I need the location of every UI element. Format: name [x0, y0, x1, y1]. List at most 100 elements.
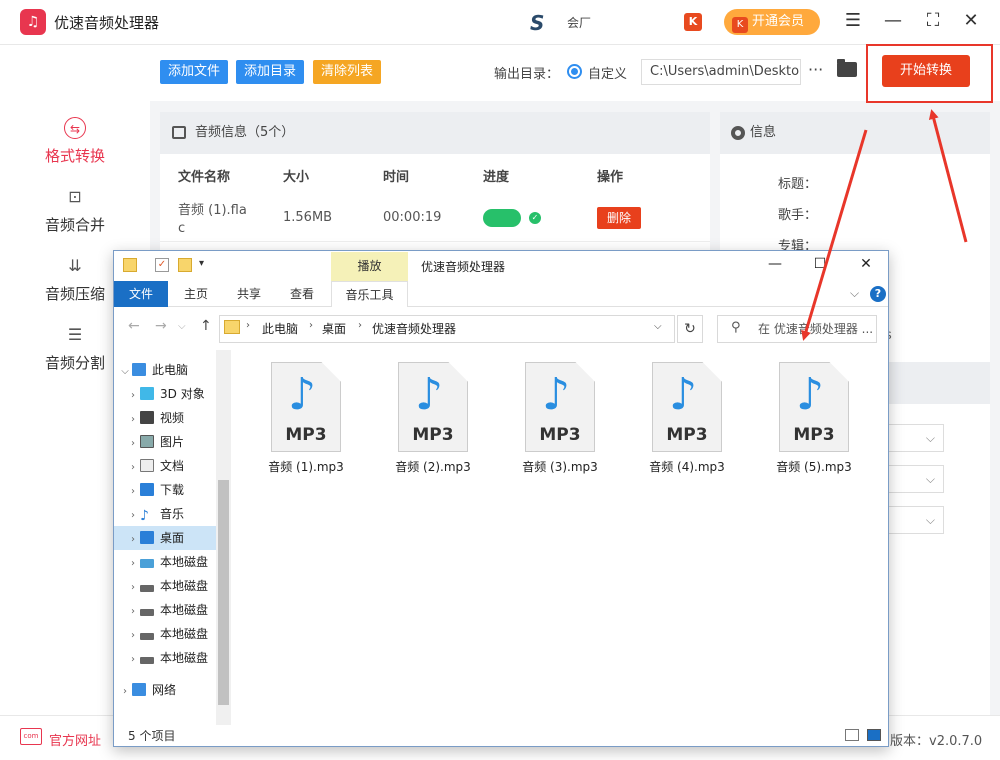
- tree-item-label: 本地磁盘: [160, 603, 209, 617]
- file-badge: MP3: [285, 425, 327, 445]
- tree-item-3d[interactable]: › 3D 对象: [114, 382, 216, 406]
- tree-item-desktop[interactable]: › 桌面: [114, 526, 216, 550]
- chevron-down-icon[interactable]: ⌵: [118, 360, 132, 384]
- add-file-button[interactable]: 添加文件: [160, 60, 229, 84]
- maximize-icon[interactable]: ☐: [810, 256, 830, 272]
- website-icon[interactable]: com: [20, 728, 42, 745]
- format-dropdown[interactable]: ⌵: [880, 424, 944, 452]
- chevron-right-icon[interactable]: ›: [126, 384, 140, 408]
- tree-item-label: 网络: [152, 683, 177, 697]
- hot-icon[interactable]: K: [684, 13, 702, 31]
- breadcrumb-this-pc[interactable]: 此电脑: [262, 320, 298, 337]
- folder-icon[interactable]: [123, 258, 137, 272]
- file-item[interactable]: ♪ MP3 音频 (4).mp3: [637, 362, 737, 475]
- file-item[interactable]: ♪ MP3 音频 (1).mp3: [256, 362, 356, 475]
- tree-item-video[interactable]: › 视频: [114, 406, 216, 430]
- tab-share[interactable]: 共享: [227, 281, 271, 307]
- tree-item-label: 本地磁盘: [160, 651, 209, 665]
- close-icon[interactable]: ✕: [856, 256, 876, 272]
- col-header-action: 操作: [597, 170, 624, 185]
- chevron-right-icon[interactable]: ›: [126, 600, 140, 624]
- close-icon[interactable]: ✕: [960, 10, 982, 31]
- chevron-right-icon[interactable]: ›: [126, 408, 140, 432]
- chevron-right-icon[interactable]: ›: [126, 456, 140, 480]
- vip-button[interactable]: K 开通会员: [724, 9, 820, 35]
- new-folder-icon[interactable]: [178, 258, 192, 272]
- brand-text: 会厂: [567, 16, 592, 30]
- tree-item-pictures[interactable]: › 图片: [114, 430, 216, 454]
- col-header-progress: 进度: [483, 170, 510, 185]
- version-text: 版本：v2.0.7.0: [890, 734, 983, 749]
- brand-logo-icon: S: [530, 11, 545, 35]
- chevron-right-icon[interactable]: ›: [126, 576, 140, 600]
- image-icon: [172, 126, 186, 139]
- customize-toolbar-icon[interactable]: ▾: [199, 258, 204, 269]
- file-item[interactable]: ♪ MP3 音频 (3).mp3: [510, 362, 610, 475]
- chevron-down-icon[interactable]: ⌵: [850, 286, 859, 301]
- refresh-icon[interactable]: ↻: [677, 315, 703, 343]
- minimize-icon[interactable]: —: [882, 10, 904, 31]
- file-item[interactable]: ♪ MP3 音频 (2).mp3: [383, 362, 483, 475]
- tree-item-disk[interactable]: › 本地磁盘: [114, 622, 216, 646]
- add-directory-button[interactable]: 添加目录: [236, 60, 305, 84]
- chevron-right-icon[interactable]: ›: [126, 504, 140, 528]
- delete-button[interactable]: 删除: [597, 207, 641, 229]
- help-icon[interactable]: ?: [870, 286, 886, 302]
- breadcrumb-folder[interactable]: 优速音频处理器: [372, 320, 456, 337]
- play-context-tab: 播放: [331, 252, 408, 281]
- tree-item-label: 此电脑: [152, 363, 189, 377]
- chevron-right-icon[interactable]: ›: [126, 432, 140, 456]
- tree-item-documents[interactable]: › 文档: [114, 454, 216, 478]
- tree-item-label: 本地磁盘: [160, 627, 209, 641]
- tab-music-tools[interactable]: 音乐工具: [331, 281, 408, 307]
- mp3-file-icon: ♪ MP3: [779, 362, 849, 452]
- more-options-button[interactable]: ···: [808, 60, 823, 79]
- chevron-right-icon[interactable]: ›: [126, 528, 140, 552]
- tree-item-disk[interactable]: › 本地磁盘: [114, 574, 216, 598]
- tree-item-this-pc[interactable]: ⌵ 此电脑: [114, 358, 216, 382]
- chevron-right-icon[interactable]: ›: [126, 624, 140, 648]
- breadcrumb-desktop[interactable]: 桌面: [322, 320, 346, 337]
- back-icon[interactable]: ←: [128, 318, 140, 334]
- custom-radio[interactable]: [567, 64, 582, 79]
- tree-item-downloads[interactable]: › 下载: [114, 478, 216, 502]
- large-icons-view-icon[interactable]: [867, 729, 881, 741]
- custom-radio-label[interactable]: 自定义: [588, 63, 627, 82]
- clear-list-button[interactable]: 清除列表: [313, 60, 382, 84]
- tree-item-network[interactable]: › 网络: [114, 678, 216, 702]
- chevron-right-icon[interactable]: ›: [126, 648, 140, 672]
- properties-icon[interactable]: ✓: [155, 258, 169, 272]
- tree-item-disk[interactable]: › 本地磁盘: [114, 598, 216, 622]
- tab-home[interactable]: 主页: [174, 281, 218, 307]
- file-item[interactable]: ♪ MP3 音频 (5).mp3: [764, 362, 864, 475]
- chevron-right-icon[interactable]: ›: [126, 480, 140, 504]
- up-icon[interactable]: ↑: [200, 318, 212, 334]
- recent-locations-icon[interactable]: ⌵: [178, 321, 186, 332]
- maximize-icon[interactable]: ⛶: [922, 10, 944, 31]
- chevron-down-icon[interactable]: ⌵: [654, 321, 662, 332]
- search-input[interactable]: 在 优速音频处理器 ...: [717, 315, 877, 343]
- menu-icon[interactable]: ☰: [842, 10, 864, 31]
- tree-item-disk[interactable]: › 本地磁盘: [114, 646, 216, 670]
- sidebar-item-merge[interactable]: ⊡ 音频合并: [0, 186, 150, 235]
- tree-item-music[interactable]: › ♪ 音乐: [114, 502, 216, 526]
- file-badge: MP3: [539, 425, 581, 445]
- tree-item-disk[interactable]: › 本地磁盘: [114, 550, 216, 574]
- scrollbar-thumb[interactable]: [218, 480, 229, 705]
- compress-icon: ⇊: [68, 256, 82, 275]
- forward-icon[interactable]: →: [155, 318, 167, 334]
- minimize-icon[interactable]: —: [765, 256, 785, 272]
- music-icon: ♪: [140, 508, 149, 524]
- chevron-right-icon[interactable]: ›: [118, 680, 132, 704]
- quality-dropdown[interactable]: ⌵: [880, 465, 944, 493]
- tab-file[interactable]: 文件: [114, 281, 168, 307]
- folder-icon[interactable]: [837, 59, 857, 77]
- sidebar-item-format-convert[interactable]: ⇆ 格式转换: [0, 117, 150, 166]
- file-name: 音频 (1).mp3: [268, 460, 344, 474]
- website-link[interactable]: 官方网址: [49, 730, 101, 749]
- tab-view[interactable]: 查看: [280, 281, 324, 307]
- details-view-icon[interactable]: [845, 729, 859, 741]
- bitrate-dropdown[interactable]: ⌵: [880, 506, 944, 534]
- output-path-field[interactable]: C:\Users\admin\Deskto: [641, 59, 801, 85]
- chevron-right-icon[interactable]: ›: [126, 552, 140, 576]
